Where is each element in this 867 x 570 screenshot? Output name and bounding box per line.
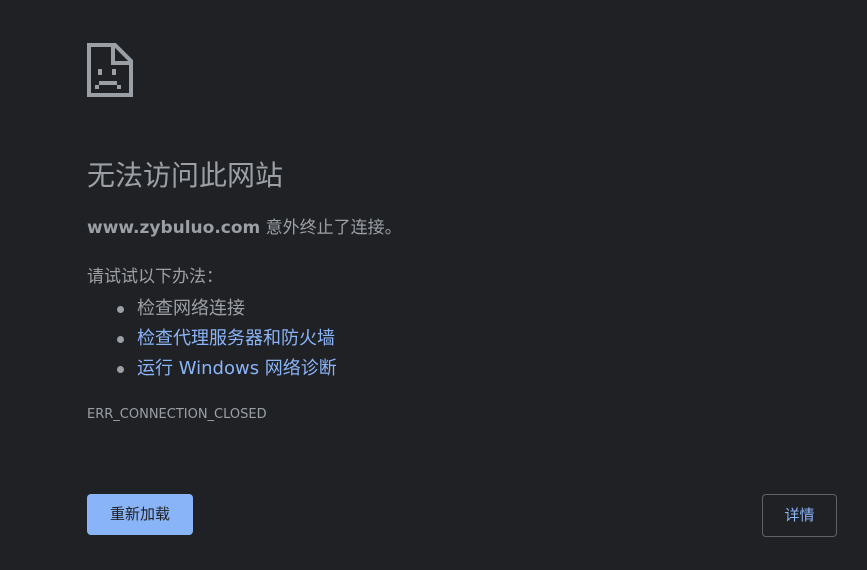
- host-name: www.zybuluo.com: [87, 218, 261, 238]
- suggestion-run-diagnostics: 运行 Windows 网络诊断: [87, 354, 337, 384]
- suggestion-check-proxy: 检查代理服务器和防火墙: [87, 324, 337, 354]
- suggestions-intro: 请试试以下办法：: [87, 267, 223, 287]
- error-summary: www.zybuluo.com 意外终止了连接。: [87, 216, 402, 240]
- error-page: 无法访问此网站 www.zybuluo.com 意外终止了连接。 请试试以下办法…: [0, 0, 867, 570]
- suggestions-list: 检查网络连接 检查代理服务器和防火墙 运行 Windows 网络诊断: [87, 294, 337, 384]
- page-title: 无法访问此网站: [87, 159, 284, 192]
- check-proxy-link[interactable]: 检查代理服务器和防火墙: [137, 328, 335, 349]
- suggestion-check-network: 检查网络连接: [87, 294, 337, 324]
- error-code: ERR_CONNECTION_CLOSED: [87, 407, 267, 422]
- reload-button[interactable]: 重新加载: [87, 494, 193, 535]
- details-button[interactable]: 详情: [762, 494, 837, 537]
- sad-page-icon: [87, 43, 133, 97]
- error-message: 意外终止了连接。: [260, 218, 402, 238]
- run-diagnostics-link[interactable]: 运行 Windows 网络诊断: [137, 358, 337, 379]
